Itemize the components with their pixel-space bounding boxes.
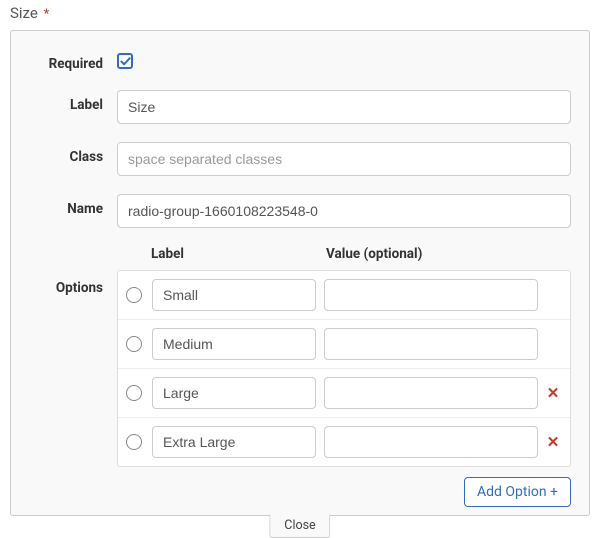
option-radio[interactable] [126, 385, 142, 401]
name-input[interactable] [117, 194, 571, 228]
page-title: Size * [0, 0, 600, 30]
options-header-value: Value (optional) [326, 246, 571, 262]
options-header: Label Value (optional) [117, 246, 571, 270]
option-label-input[interactable] [152, 377, 316, 409]
option-value-input[interactable] [324, 328, 538, 360]
label-input[interactable] [117, 90, 571, 124]
add-option-button[interactable]: Add Option + [464, 477, 571, 507]
row-class: Class [29, 142, 571, 176]
row-name: Name [29, 194, 571, 228]
option-label-input[interactable] [152, 328, 316, 360]
label-label: Label [29, 90, 117, 113]
option-label-input[interactable] [152, 279, 316, 311]
option-row: ✕ [118, 319, 570, 368]
required-label: Required [29, 49, 117, 72]
remove-option-icon[interactable]: ✕ [544, 386, 562, 401]
option-row: ✕ [118, 271, 570, 319]
options-header-label: Label [151, 246, 326, 262]
name-label: Name [29, 194, 117, 217]
option-label-input[interactable] [152, 426, 316, 458]
options-table: ✕✕✕✕ [117, 270, 571, 467]
class-input[interactable] [117, 142, 571, 176]
title-text: Size [10, 4, 38, 22]
close-button[interactable]: Close [269, 514, 330, 538]
option-value-input[interactable] [324, 377, 538, 409]
options-label: Options [29, 246, 117, 296]
edit-panel: Required Label Class Name Options [10, 30, 590, 516]
class-label: Class [29, 142, 117, 165]
option-radio[interactable] [126, 287, 142, 303]
checkmark-icon [120, 56, 131, 67]
remove-option-icon[interactable]: ✕ [544, 435, 562, 450]
option-row: ✕ [118, 417, 570, 466]
row-options: Options Label Value (optional) ✕✕✕✕ Add … [29, 246, 571, 507]
option-value-input[interactable] [324, 426, 538, 458]
row-label: Label [29, 90, 571, 124]
required-checkbox[interactable] [117, 53, 133, 69]
option-row: ✕ [118, 368, 570, 417]
option-radio[interactable] [126, 434, 142, 450]
option-radio[interactable] [126, 336, 142, 352]
option-value-input[interactable] [324, 279, 538, 311]
row-required: Required [29, 49, 571, 72]
required-asterisk: * [44, 7, 50, 22]
